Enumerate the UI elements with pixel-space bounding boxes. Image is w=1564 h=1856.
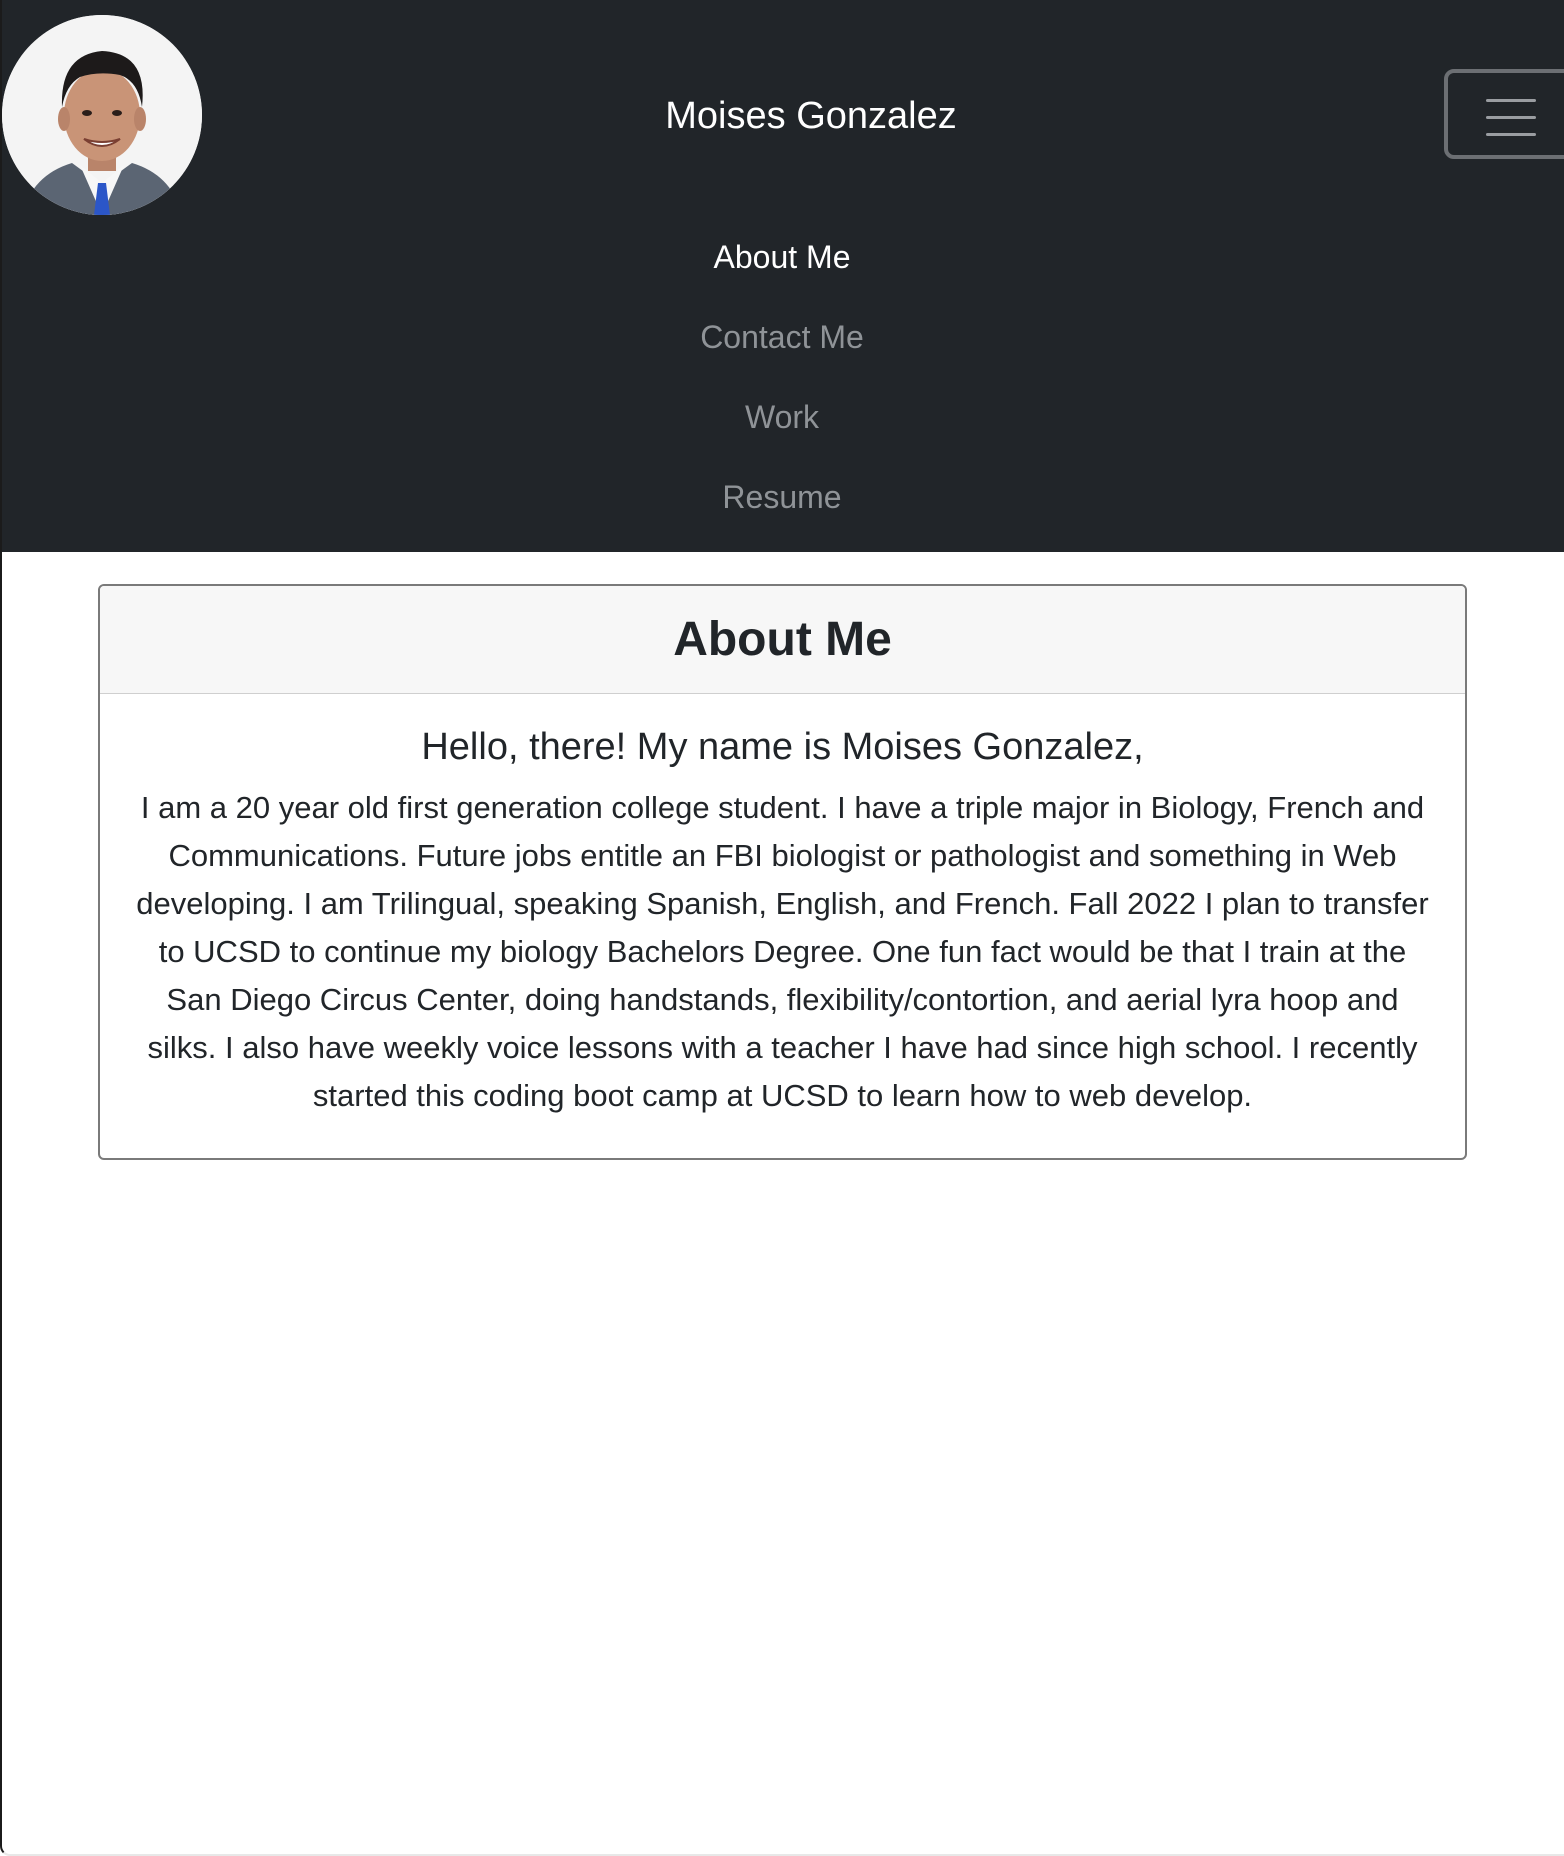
hamburger-icon <box>1486 99 1536 136</box>
nav-link-resume[interactable]: Resume <box>722 468 841 526</box>
nav-menu: About Me Contact Me Work Resume <box>0 228 1564 548</box>
nav-item-resume: Resume <box>0 468 1564 548</box>
about-bio: I am a 20 year old first generation coll… <box>136 790 1429 1113</box>
menu-toggle-button[interactable] <box>1444 69 1564 159</box>
nav-item-contact: Contact Me <box>0 308 1564 388</box>
about-card: About Me Hello, there! My name is Moises… <box>98 584 1467 1160</box>
about-greeting: Hello, there! My name is Moises Gonzalez… <box>421 726 1144 768</box>
nav-link-contact[interactable]: Contact Me <box>700 308 864 366</box>
brand-name[interactable]: Moises Gonzalez <box>0 90 1564 142</box>
navbar: Moises Gonzalez About Me Contact Me Work… <box>0 0 1564 552</box>
nav-link-work[interactable]: Work <box>745 388 819 446</box>
about-title: About Me <box>673 613 892 666</box>
nav-item-work: Work <box>0 388 1564 468</box>
nav-item-about: About Me <box>0 228 1564 308</box>
about-card-header: About Me <box>100 586 1465 694</box>
nav-link-about[interactable]: About Me <box>714 228 851 286</box>
about-card-body: Hello, there! My name is Moises Gonzalez… <box>100 694 1465 1120</box>
